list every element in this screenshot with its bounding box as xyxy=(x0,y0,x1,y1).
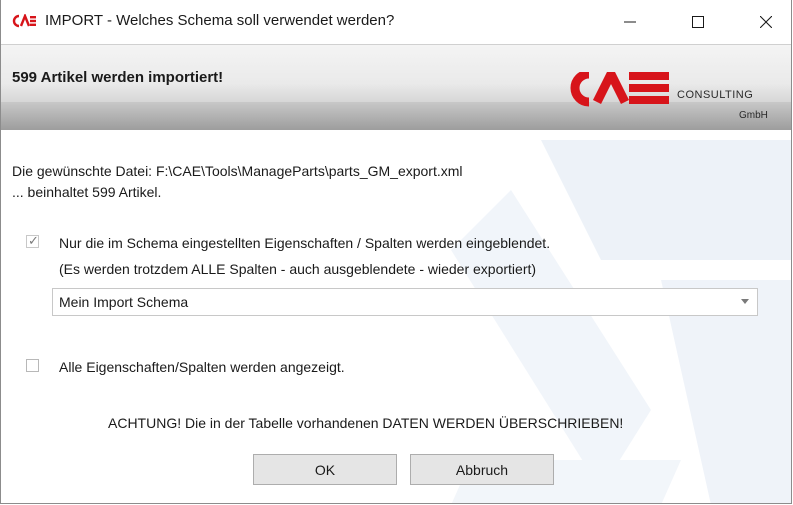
title-bar: IMPORT - Welches Schema soll verwendet w… xyxy=(1,0,791,44)
close-icon xyxy=(760,16,772,28)
minimize-icon xyxy=(624,21,636,23)
import-count-title: 599 Artikel werden importiert! xyxy=(12,69,224,86)
minimize-button[interactable] xyxy=(607,0,653,44)
close-button[interactable] xyxy=(743,0,789,44)
watermark-logo-icon xyxy=(451,140,791,503)
checkmark-icon: ✓ xyxy=(28,233,39,248)
overwrite-warning-text: ACHTUNG! Die in der Tabelle vorhandenen … xyxy=(108,415,624,431)
brand-gmbh-text: GmbH xyxy=(739,110,768,121)
schema-option-label[interactable]: Nur die im Schema eingestellten Eigensch… xyxy=(59,235,550,251)
cae-logo-icon xyxy=(12,14,36,28)
all-columns-checkbox[interactable] xyxy=(26,359,39,372)
schema-checkbox[interactable]: ✓ xyxy=(26,233,39,248)
window-title: IMPORT - Welches Schema soll verwendet w… xyxy=(45,12,395,29)
schema-option-note: (Es werden trotzdem ALLE Spalten - auch … xyxy=(59,261,537,277)
schema-dropdown-value: Mein Import Schema xyxy=(59,294,189,310)
cancel-button[interactable]: Abbruch xyxy=(410,454,554,485)
brand-consulting-text: CONSULTING xyxy=(677,89,754,101)
file-path-text: Die gewünschte Datei: F:\CAE\Tools\Manag… xyxy=(12,163,463,179)
ok-button[interactable]: OK xyxy=(253,454,397,485)
article-count-text: ... beinhaltet 599 Artikel. xyxy=(12,184,162,200)
maximize-icon xyxy=(692,16,704,28)
all-columns-label[interactable]: Alle Eigenschaften/Spalten werden angeze… xyxy=(59,359,345,375)
maximize-button[interactable] xyxy=(675,0,721,44)
import-dialog: IMPORT - Welches Schema soll verwendet w… xyxy=(0,0,792,504)
schema-dropdown[interactable]: Mein Import Schema xyxy=(52,288,758,316)
dropdown-arrow-icon xyxy=(741,299,749,304)
